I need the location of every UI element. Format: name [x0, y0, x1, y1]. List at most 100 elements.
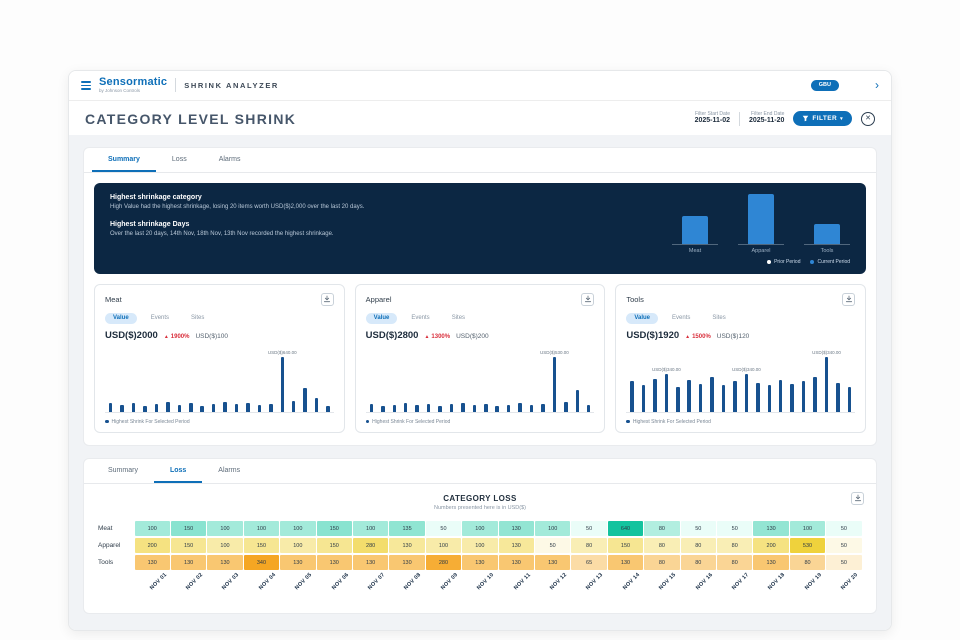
tab-value[interactable]: Value — [366, 313, 398, 324]
bar-slot — [695, 357, 706, 412]
divider — [739, 112, 740, 126]
category-card-apparel: Apparel Value Events Sites USD($)2800 — [355, 284, 606, 433]
heatmap-cell: 280 — [353, 538, 388, 553]
bar-slot — [139, 357, 150, 412]
bar — [790, 384, 794, 412]
download-button[interactable] — [581, 293, 594, 306]
legend-dot — [366, 420, 370, 424]
clear-filter-button[interactable]: ✕ — [861, 112, 875, 126]
category-label: Apparel — [752, 248, 771, 254]
column-label-slot: NOV 10 — [462, 573, 498, 603]
bar-slot — [242, 357, 253, 412]
chevron-down-icon: ▾ — [840, 116, 843, 122]
bar-slot — [265, 357, 276, 412]
bar — [484, 404, 488, 412]
bar — [281, 357, 285, 412]
heatmap-cell: 150 — [317, 538, 352, 553]
bar — [653, 379, 657, 412]
tab-sites[interactable]: Sites — [444, 313, 473, 324]
legend-label: Prior Period — [774, 259, 800, 265]
axis-spacer — [98, 573, 134, 603]
bar-value-label: USD($)640.00 — [268, 350, 297, 355]
bar-slot: USD($)530.00 — [549, 357, 560, 412]
tab-summary[interactable]: Summary — [92, 148, 156, 172]
bar — [530, 405, 534, 411]
column-label: NOV 08 — [403, 571, 422, 590]
bar-slot — [832, 357, 843, 412]
category-bar-chart: USD($)530.00 — [366, 357, 595, 413]
download-icon — [323, 295, 331, 303]
heatmap-cell: 80 — [717, 538, 752, 553]
bar-slot — [174, 357, 185, 412]
bar — [587, 405, 591, 412]
bar-slot — [537, 357, 548, 412]
bar — [825, 357, 829, 412]
current-value: USD($)2000 — [105, 330, 158, 341]
desktop-background: Sensormatic by Johnson Controls SHRINK A… — [0, 0, 960, 640]
heatmap-cell: 150 — [171, 538, 206, 553]
top-bar: Sensormatic by Johnson Controls SHRINK A… — [69, 71, 891, 101]
card-stats: USD($)2800 ▲1300% USD($)200 — [366, 330, 595, 341]
bar — [461, 403, 465, 412]
current-value: USD($)2800 — [366, 330, 419, 341]
column-label-slot: NOV 06 — [316, 573, 352, 603]
filter-button[interactable]: FILTER ▾ — [793, 111, 852, 126]
heatmap-grid: Meat100150100100100150100135501001301005… — [98, 521, 862, 603]
column-label: NOV 01 — [149, 571, 168, 590]
category-card-meat: Meat Value Events Sites USD($)2000 — [94, 284, 345, 433]
heatmap-row: Apparel200150100150100150280130100100130… — [98, 538, 862, 554]
download-icon — [854, 494, 862, 502]
filter-end-date: Filter End Date 2025-11-20 — [749, 111, 784, 126]
heatmap-cell: 50 — [826, 555, 861, 570]
bar-slot — [503, 357, 514, 412]
bar-slot — [151, 357, 162, 412]
bar-slot — [116, 357, 127, 412]
heatmap-cell: 130 — [753, 521, 788, 536]
tab-events[interactable]: Events — [143, 313, 177, 324]
heatmap-title: CATEGORY LOSS — [98, 494, 862, 503]
card-tabs: Value Events Sites — [626, 313, 855, 324]
download-button[interactable] — [851, 492, 864, 505]
heatmap-cell: 130 — [353, 555, 388, 570]
bar-slot — [764, 357, 775, 412]
row-label: Tools — [98, 555, 134, 571]
brand-subtitle: by Johnson Controls — [99, 89, 167, 94]
bar-slot — [649, 357, 660, 412]
bar-slot — [128, 357, 139, 412]
heatmap-cell: 65 — [571, 555, 606, 570]
download-button[interactable] — [321, 293, 334, 306]
legend-label: Highest Shrink For Selected Period — [112, 419, 190, 425]
heatmap-row: Meat100150100100100150100135501001301005… — [98, 521, 862, 537]
tab-events[interactable]: Events — [403, 313, 437, 324]
banner-chart-area: MeatApparelTools Prior PeriodCurrent Per… — [672, 194, 850, 265]
tab-sites[interactable]: Sites — [183, 313, 212, 324]
page-content: Summary Loss Alarms Highest shrinkage ca… — [69, 135, 891, 630]
user-badge[interactable]: GBU — [811, 80, 839, 91]
tab-sites[interactable]: Sites — [704, 313, 733, 324]
tab-summary[interactable]: Summary — [92, 459, 154, 483]
chevron-right-icon[interactable]: › — [875, 79, 879, 91]
tab-value[interactable]: Value — [105, 313, 137, 324]
bar — [315, 398, 319, 411]
hero-bar-group: Tools — [804, 224, 850, 254]
tab-events[interactable]: Events — [664, 313, 698, 324]
download-button[interactable] — [842, 293, 855, 306]
bar — [699, 384, 703, 412]
heatmap-columns: NOV 01NOV 02NOV 03NOV 04NOV 05NOV 06NOV … — [98, 573, 862, 603]
heatmap-cell: 130 — [499, 521, 534, 536]
menu-icon[interactable] — [81, 81, 91, 90]
tab-loss[interactable]: Loss — [154, 459, 202, 483]
bar — [814, 224, 840, 244]
column-label: NOV 19 — [804, 571, 823, 590]
filter-end-value: 2025-11-20 — [749, 117, 784, 126]
heatmap-cell: 80 — [644, 555, 679, 570]
heatmap-cell: 100 — [790, 521, 825, 536]
category-bar-chart: USD($)340.00USD($)340.00USD($)340.00 — [626, 357, 855, 413]
tab-value[interactable]: Value — [626, 313, 658, 324]
tab-alarms[interactable]: Alarms — [202, 459, 256, 483]
tab-loss[interactable]: Loss — [156, 148, 203, 172]
bar — [246, 403, 250, 411]
heatmap-cell: 130 — [171, 555, 206, 570]
bar — [292, 401, 296, 412]
tab-alarms[interactable]: Alarms — [203, 148, 257, 172]
